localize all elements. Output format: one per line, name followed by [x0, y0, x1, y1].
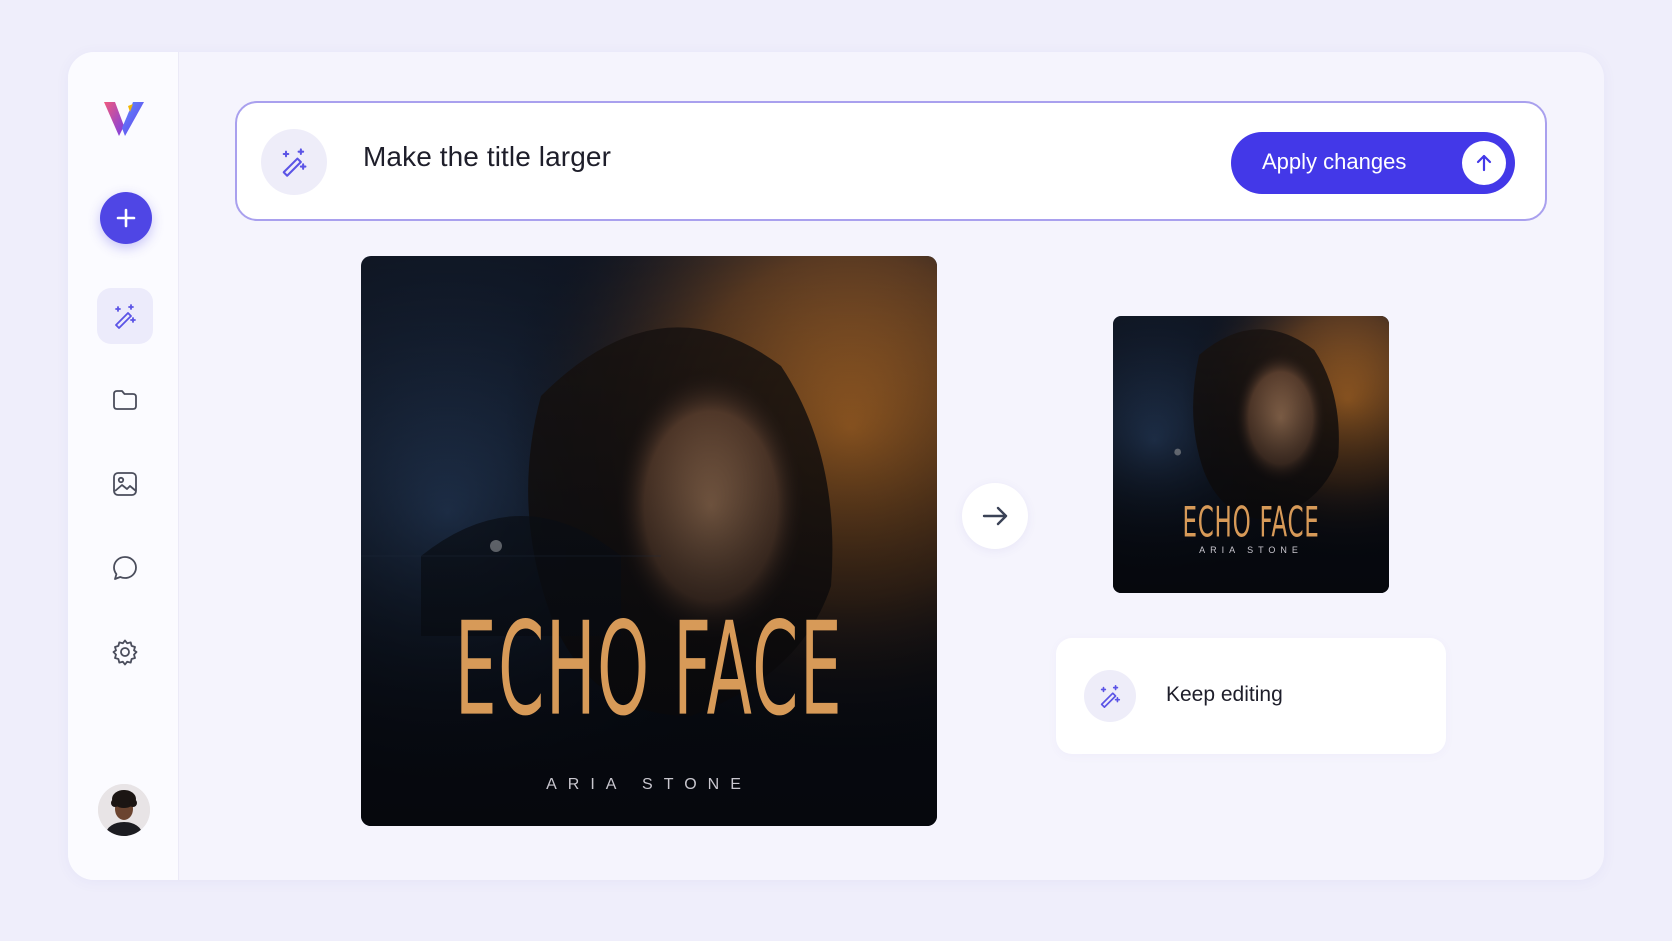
keep-editing-label: Keep editing [1166, 683, 1283, 706]
apply-changes-button[interactable]: Apply changes [1231, 132, 1515, 194]
cover-title: ECHO FACE [454, 594, 844, 745]
app-window: Make the title larger Apply changes ECHO… [68, 52, 1604, 880]
folder-icon [113, 390, 137, 410]
cover-artist: ARIA STONE [1199, 545, 1303, 555]
sidebar-item-files[interactable] [97, 372, 153, 428]
app-logo[interactable] [102, 98, 146, 138]
cover-artist: ARIA STONE [546, 776, 752, 793]
edited-cover-image: ECHO FACE ARIA STONE [1113, 316, 1389, 593]
prompt-input[interactable]: Make the title larger [363, 141, 611, 173]
sidebar-item-chat[interactable] [97, 540, 153, 596]
magic-wand-icon [115, 304, 136, 329]
original-cover-image: ECHO FACE ARIA STONE [361, 256, 937, 826]
arrow-up-icon [1462, 141, 1506, 185]
chat-bubble-icon [113, 556, 137, 580]
prompt-bar: Make the title larger Apply changes [235, 101, 1547, 221]
new-project-button[interactable] [100, 192, 152, 244]
sidebar-item-magic-edit[interactable] [97, 288, 153, 344]
keep-editing-icon-wrap [1084, 670, 1136, 722]
keep-editing-card[interactable]: Keep editing [1056, 638, 1446, 754]
apply-changes-label: Apply changes [1262, 149, 1407, 174]
magic-wand-icon [282, 148, 307, 177]
sidebar [68, 52, 179, 880]
image-icon [113, 472, 137, 496]
gear-icon [112, 639, 138, 666]
user-avatar[interactable] [98, 784, 150, 836]
prompt-magic-button[interactable] [261, 129, 327, 195]
sidebar-item-settings[interactable] [97, 624, 153, 680]
magic-wand-icon [1100, 684, 1121, 708]
cover-title: ECHO FACE [1182, 497, 1320, 547]
plus-icon [116, 208, 136, 228]
sidebar-item-images[interactable] [97, 456, 153, 512]
arrow-right-icon [962, 483, 1028, 549]
